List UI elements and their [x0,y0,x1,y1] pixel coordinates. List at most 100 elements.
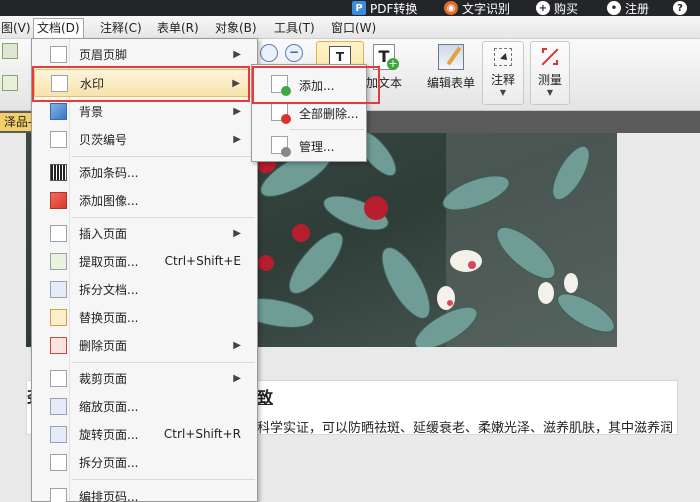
annotate-button[interactable]: 注释 ▼ [482,41,524,105]
submenu-arrow-icon: ▶ [233,372,241,384]
cart-icon: + [536,1,550,15]
barcode-icon [50,164,67,181]
watermark-icon [51,75,68,92]
page-numbering-icon [50,488,67,502]
menu-separator [72,217,255,218]
chevron-down-icon: ▼ [546,88,554,97]
menu-shortcut: Ctrl+Shift+R [163,427,241,441]
menu-item-label: 编排页码... [79,489,139,502]
add-text-button[interactable]: T + 加文本 [366,42,402,91]
ocr-button[interactable]: ◉ 文字识别 [444,0,510,16]
annotate-icon [492,46,514,68]
menu-object[interactable]: 对象(B) [212,19,260,37]
measure-button[interactable]: 测量 ▼ [530,41,570,105]
submenu-item-delete-all[interactable]: 全部删除... [255,98,363,126]
pdf-convert-label: PDF转换 [370,1,418,16]
menu-window[interactable]: 窗口(W) [328,19,379,37]
background-icon [50,103,67,120]
menu-item-crop-page[interactable]: 裁剪页面 ▶ [34,365,255,391]
edit-form-button[interactable]: 编辑表单 [427,42,475,91]
menu-item-insert-page[interactable]: 插入页面 ▶ [34,220,255,246]
menu-tools[interactable]: 工具(T) [271,19,318,37]
scale-page-icon [50,398,67,415]
menu-separator [72,362,255,363]
menu-item-replace-page[interactable]: 替换页面... [34,304,255,330]
crop-page-icon [50,370,67,387]
menu-item-label: 贝茨编号 [79,132,128,147]
pdf-convert-button[interactable]: P PDF转换 [352,0,417,16]
menu-item-add-barcode[interactable]: 添加条码... [34,159,255,185]
buy-label: 购买 [554,1,579,16]
menu-comment[interactable]: 注释(C) [97,19,145,37]
menu-item-scale-page[interactable]: 缩放页面... [34,393,255,419]
menu-item-page-numbering[interactable]: 编排页码... [34,483,255,502]
menu-separator [72,156,255,157]
pdf-convert-icon: P [352,1,366,15]
menu-item-extract-page[interactable]: 提取页面... Ctrl+Shift+E [34,248,255,274]
submenu-item-label: 全部删除... [299,107,359,121]
insert-page-icon [50,225,67,242]
arrow-icon[interactable] [2,75,18,91]
menu-item-label: 添加条码... [79,165,139,180]
measure-label: 测量 [537,73,562,87]
register-button[interactable]: • 注册 [607,0,649,16]
manage-watermark-icon [271,136,291,157]
document-body-text: 科学实证，可以防晒祛斑、延缓衰老、柔嫩光泽、滋养肌肤，其中滋养润 [257,421,674,436]
submenu-arrow-icon: ▶ [233,227,241,239]
user-icon: • [607,1,621,15]
submenu-arrow-icon: ▶ [233,133,241,145]
menu-view[interactable]: 图(V) [0,19,34,37]
buy-button[interactable]: + 购买 [536,0,578,16]
menu-item-label: 旋转页面... [79,427,139,442]
rotate-page-icon [50,426,67,443]
zoom-in-icon[interactable] [260,44,278,62]
document-heading: 致 [257,388,274,407]
menu-item-label: 提取页面... [79,254,139,269]
menu-item-header-footer[interactable]: 页眉页脚 ▶ [34,41,255,67]
menu-separator [290,129,364,130]
menu-item-label: 添加图像... [79,193,139,208]
watermark-submenu: 添加... 全部删除... 管理... [251,64,367,162]
menu-item-bates-numbering[interactable]: 贝茨编号 ▶ [34,126,255,152]
menu-form[interactable]: 表单(R) [154,19,202,37]
submenu-arrow-icon: ▶ [233,339,241,351]
edit-form-label: 编辑表单 [427,76,476,90]
zoom-out-icon[interactable]: − [285,44,303,62]
extract-page-icon [50,253,67,270]
menu-bar: 图(V) 文档(D) 注释(C) 表单(R) 对象(B) 工具(T) 窗口(W) [0,16,700,39]
menu-item-label: 删除页面 [79,338,128,353]
register-label: 注册 [625,1,650,16]
menu-item-rotate-page[interactable]: 旋转页面... Ctrl+Shift+R [34,421,255,447]
help-button[interactable]: ? [673,0,687,16]
menu-item-watermark[interactable]: 水印 ▶ [34,69,255,97]
menu-item-label: 水印 [80,76,105,91]
add-watermark-icon [271,75,291,96]
measure-icon [539,46,561,68]
menu-item-split-document[interactable]: 拆分文档... [34,276,255,302]
menu-document[interactable]: 文档(D) [33,18,84,39]
annotate-label: 注释 [490,73,515,87]
submenu-item-manage[interactable]: 管理... [255,131,363,159]
image-icon [50,192,67,209]
menu-item-label: 拆分文档... [79,282,139,297]
menu-item-background[interactable]: 背景 ▶ [34,98,255,124]
eye-icon: ◉ [444,1,458,15]
menu-item-delete-page[interactable]: 删除页面 ▶ [34,332,255,358]
menu-item-label: 缩放页面... [79,399,139,414]
header-footer-icon [50,46,67,63]
menu-item-label: 拆分页面... [79,455,139,470]
bates-numbering-icon [50,131,67,148]
menu-item-split-page[interactable]: 拆分页面... [34,449,255,475]
split-document-icon [50,281,67,298]
menu-item-add-image[interactable]: 添加图像... [34,187,255,213]
delete-watermark-icon [271,103,291,124]
submenu-item-add[interactable]: 添加... [255,70,363,98]
add-text-label: 加文本 [366,76,403,90]
page-icon[interactable] [2,43,18,59]
submenu-arrow-icon: ▶ [233,105,241,117]
delete-page-icon [50,337,67,354]
ocr-label: 文字识别 [462,1,511,16]
split-page-icon [50,454,67,471]
submenu-item-label: 添加... [299,79,335,93]
submenu-item-label: 管理... [299,140,335,154]
